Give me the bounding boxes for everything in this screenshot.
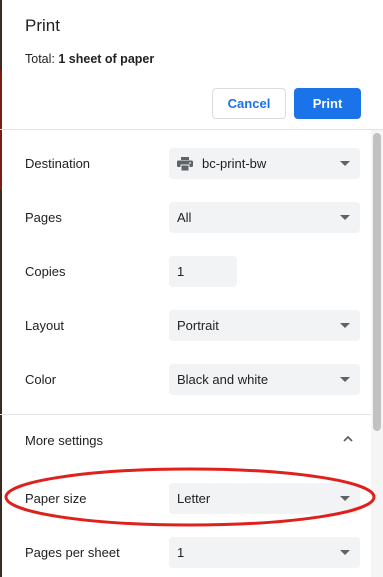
- total-sheets: Total: 1 sheet of paper: [25, 52, 154, 66]
- pages-value: All: [177, 210, 192, 225]
- destination-select[interactable]: bc-print-bw: [169, 148, 360, 179]
- pages-label: Pages: [25, 210, 62, 225]
- pages-select[interactable]: All: [169, 202, 360, 233]
- layout-select[interactable]: Portrait: [169, 310, 360, 341]
- chevron-down-icon: [340, 377, 350, 382]
- more-settings-toggle[interactable]: More settings: [25, 433, 103, 448]
- settings-divider: [0, 414, 383, 415]
- chevron-down-icon: [340, 161, 350, 166]
- pages-per-sheet-label: Pages per sheet: [25, 545, 120, 560]
- copies-label: Copies: [25, 264, 66, 279]
- color-value: Black and white: [177, 372, 269, 387]
- print-button[interactable]: Print: [294, 88, 361, 119]
- destination-label: Destination: [25, 156, 91, 171]
- header-divider: [0, 129, 383, 130]
- paper-size-select[interactable]: Letter: [169, 483, 360, 514]
- scrollbar-thumb[interactable]: [373, 133, 381, 431]
- destination-value: bc-print-bw: [202, 156, 267, 171]
- copies-input[interactable]: 1: [169, 256, 237, 287]
- pages-per-sheet-select[interactable]: 1: [169, 537, 360, 568]
- color-label: Color: [25, 372, 57, 387]
- paper-size-value: Letter: [177, 491, 211, 506]
- total-prefix: Total:: [25, 52, 59, 66]
- print-header: Print Total: 1 sheet of paper Cancel Pri…: [0, 0, 383, 130]
- chevron-down-icon: [340, 215, 350, 220]
- pages-per-sheet-value: 1: [177, 545, 185, 560]
- page-title: Print: [25, 16, 60, 35]
- layout-label: Layout: [25, 318, 65, 333]
- printer-icon: [177, 156, 193, 171]
- chevron-down-icon: [340, 323, 350, 328]
- chevron-up-icon[interactable]: [343, 434, 353, 444]
- chevron-down-icon: [340, 550, 350, 555]
- chevron-down-icon: [340, 496, 350, 501]
- paper-size-label: Paper size: [25, 491, 87, 506]
- total-value: 1 sheet of paper: [58, 52, 155, 66]
- color-select[interactable]: Black and white: [169, 364, 360, 395]
- cancel-button[interactable]: Cancel: [212, 88, 286, 119]
- layout-value: Portrait: [177, 318, 219, 333]
